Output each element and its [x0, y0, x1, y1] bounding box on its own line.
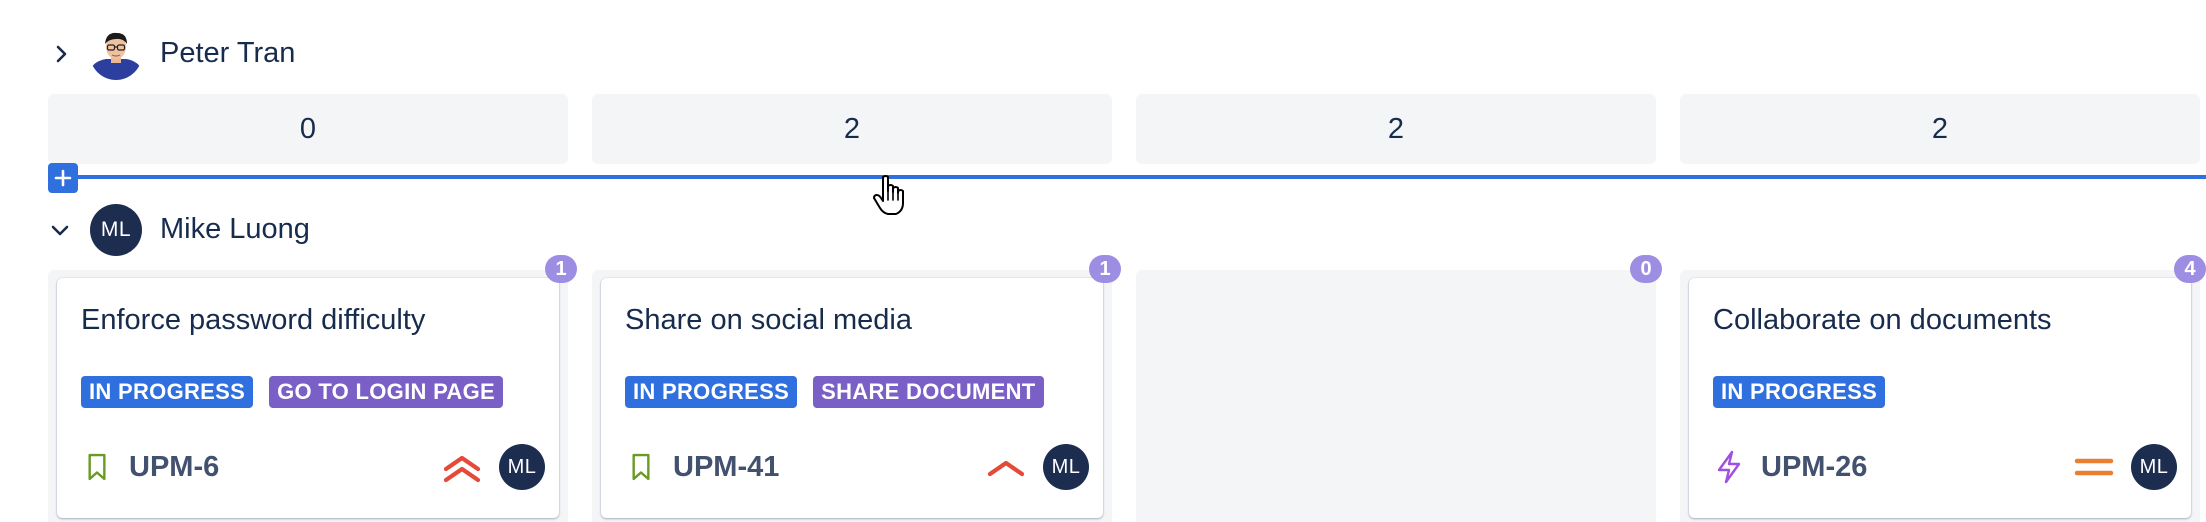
issue-card[interactable]: Collaborate on documents IN PROGRESS UPM…	[1689, 278, 2191, 518]
priority-medium-icon	[2073, 446, 2115, 488]
epic-tag: GO TO LOGIN PAGE	[269, 376, 504, 408]
column-issue-count-badge: 1	[1089, 255, 1121, 283]
assignee-avatar[interactable]: ML	[499, 444, 545, 490]
card-title: Share on social media	[625, 304, 912, 336]
avatar-peter-tran	[90, 28, 142, 80]
count-value: 2	[843, 112, 861, 145]
assignee-avatar[interactable]: ML	[2131, 444, 2177, 490]
drop-indicator-line	[48, 175, 2206, 179]
collapse-lane-mike-luong-button[interactable]	[43, 213, 77, 247]
column-issue-count-badge: 0	[1630, 255, 1662, 283]
story-bookmark-icon	[81, 447, 113, 487]
epic-tag: SHARE DOCUMENT	[813, 376, 1044, 408]
issue-card[interactable]: Share on social media IN PROGRESS SHARE …	[601, 278, 1103, 518]
lane-name: Peter Tran	[160, 37, 296, 69]
count-value: 0	[299, 112, 317, 145]
issue-key[interactable]: UPM-41	[673, 451, 779, 484]
card-title: Enforce password difficulty	[81, 304, 426, 336]
issue-key[interactable]: UPM-26	[1761, 451, 1867, 484]
issue-card[interactable]: Enforce password difficulty IN PROGRESS …	[57, 278, 559, 518]
chevron-right-icon	[56, 45, 67, 63]
add-swimlane-button[interactable]	[48, 163, 78, 193]
count-value: 2	[1387, 112, 1405, 145]
collapsed-column-count: 0	[48, 94, 568, 164]
assignee-avatar[interactable]: ML	[1043, 444, 1089, 490]
card-title: Collaborate on documents	[1713, 304, 2052, 336]
column-issue-count-badge: 4	[2174, 255, 2206, 283]
board-column	[1136, 270, 1656, 522]
hand-cursor-icon	[872, 174, 906, 216]
priority-highest-icon	[441, 446, 483, 488]
expand-lane-peter-tran-button[interactable]	[44, 37, 78, 71]
status-tag: IN PROGRESS	[81, 376, 254, 408]
priority-high-icon	[985, 446, 1027, 488]
collapsed-column-count: 2	[1680, 94, 2200, 164]
plus-icon	[54, 169, 72, 187]
collapsed-column-count: 2	[1136, 94, 1656, 164]
collapsed-column-count: 2	[592, 94, 1112, 164]
issue-key[interactable]: UPM-6	[129, 451, 219, 484]
status-tag: IN PROGRESS	[1713, 376, 1886, 408]
avatar-mike-luong: ML	[90, 204, 142, 256]
column-issue-count-badge: 1	[545, 255, 577, 283]
count-value: 2	[1931, 112, 1949, 145]
status-tag: IN PROGRESS	[625, 376, 798, 408]
lane-name: Mike Luong	[160, 213, 310, 245]
epic-lightning-icon	[1713, 447, 1745, 487]
story-bookmark-icon	[625, 447, 657, 487]
chevron-down-icon	[51, 225, 69, 236]
